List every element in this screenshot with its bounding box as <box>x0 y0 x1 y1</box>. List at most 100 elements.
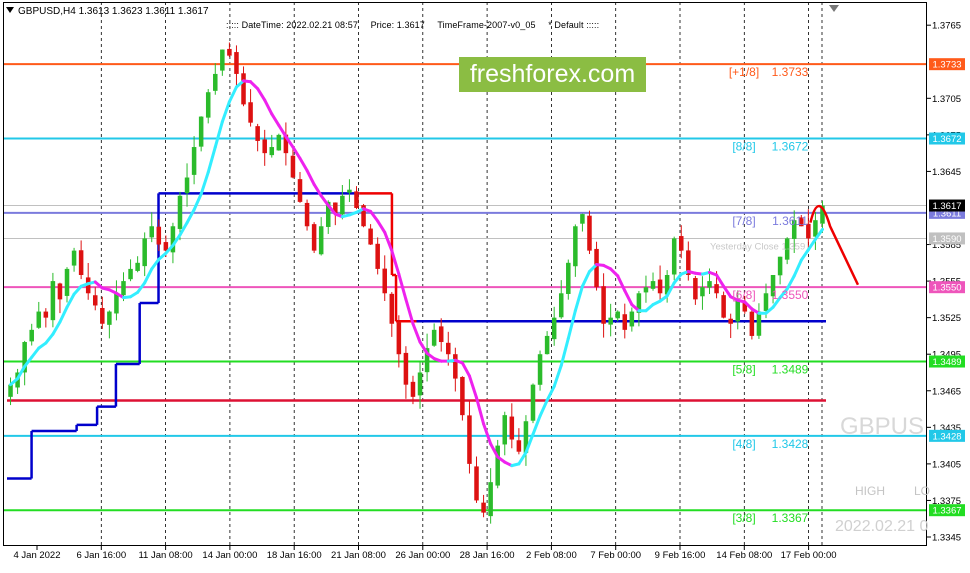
candle-bull <box>269 147 275 156</box>
ma-segment <box>143 267 154 285</box>
candle-bear <box>297 179 303 202</box>
candle-bear <box>679 236 684 251</box>
candle-bear <box>354 191 359 208</box>
candle-bear <box>474 466 479 501</box>
level-tag-text: 1.3367 <box>932 506 961 517</box>
ma-segment <box>256 87 267 102</box>
candle-bear <box>227 48 232 56</box>
chart-shift-marker-icon[interactable] <box>829 5 839 12</box>
ma-segment <box>298 156 309 173</box>
price-tag-text: 1.3590 <box>932 234 961 245</box>
candle-bull <box>205 92 211 118</box>
x-tick-label: 21 Jan 08:00 <box>331 550 386 561</box>
info-default: * Default ::::: <box>548 20 600 30</box>
ma-segment <box>538 398 549 418</box>
ma-segment <box>51 320 62 336</box>
level-value: 1.3672 <box>772 140 809 154</box>
x-tick-label: 2 Feb 08:00 <box>526 550 577 561</box>
level-label: [3/8] <box>732 511 755 525</box>
candle-bull <box>107 311 112 325</box>
candle-bull <box>608 317 613 325</box>
candle-bull <box>29 329 34 342</box>
level-value: 1.3489 <box>772 363 809 377</box>
ma-segment <box>792 258 803 278</box>
level-value: 1.3733 <box>772 65 809 79</box>
ma-segment <box>580 270 591 288</box>
candle-bull <box>558 293 564 318</box>
candle-bull <box>135 262 140 271</box>
candle-bull <box>177 195 183 229</box>
level-value: 1.3611 <box>772 214 808 228</box>
ma-segment <box>220 100 231 124</box>
ma-segment <box>806 237 817 252</box>
info-datetime: ::::: DateTime: 2022.02.21 08:57 <box>226 20 358 30</box>
ma-segment <box>206 145 217 174</box>
level-label: [6/8] <box>732 288 755 302</box>
candle-bull <box>149 226 154 238</box>
candle-bull <box>71 250 77 266</box>
candle-bear <box>262 139 267 154</box>
dropdown-triangle-icon[interactable] <box>6 7 14 13</box>
freshforex-logo[interactable]: freshforex.com <box>459 57 646 92</box>
x-tick-label: 7 Feb 00:00 <box>590 550 641 561</box>
y-tick-label: 1.3645 <box>932 167 961 178</box>
ma-segment <box>58 305 69 324</box>
candle-bull <box>573 226 578 267</box>
candle-bull <box>191 147 197 175</box>
candle-bull <box>615 311 620 319</box>
candle-bear <box>78 250 84 275</box>
chart-window: [+1/8] 1.3733 [8/8] 1.3672 [7/8] 1.3611 [6/8] 1… <box>0 0 970 568</box>
candle-bull <box>566 262 571 294</box>
candle-bear <box>438 326 444 343</box>
candle-bear <box>382 268 387 294</box>
candle-bear <box>460 376 465 416</box>
ma-segment <box>213 120 224 149</box>
price-tag-text: 1.3617 <box>932 201 961 212</box>
ma-segment <box>44 332 55 345</box>
candle-bear <box>92 295 98 306</box>
level-label: [4/8] <box>732 437 755 451</box>
candle-bull <box>128 268 133 280</box>
ma-segment <box>623 289 634 307</box>
candle-bear <box>657 279 663 294</box>
ma-segment <box>467 374 479 400</box>
candle-bear <box>509 416 515 440</box>
level-tag-text: 1.3672 <box>932 134 961 145</box>
candle-bear <box>156 226 162 245</box>
candle-bear <box>728 318 733 324</box>
ma-segment <box>227 85 238 104</box>
candle-bull <box>8 384 13 397</box>
ma-segment <box>199 170 210 196</box>
x-tick-label: 9 Feb 16:00 <box>655 550 706 561</box>
candle-bear <box>410 381 416 397</box>
candle-bull <box>643 287 649 293</box>
candle-bear <box>57 283 63 300</box>
x-tick-label: 6 Jan 16:00 <box>76 550 126 561</box>
candle-bear <box>467 415 472 464</box>
candle-bear <box>693 278 698 300</box>
candle-bull <box>50 281 56 321</box>
candle-bull <box>544 335 550 355</box>
price-axis: 1.37651.37051.36751.36451.35851.35551.35… <box>927 0 970 568</box>
level-tag-text: 1.3489 <box>932 357 961 368</box>
candle-bull <box>580 214 585 224</box>
x-tick-label: 26 Jan 00:00 <box>395 550 450 561</box>
candle-bear <box>721 295 726 318</box>
watermark-symbol: GBPUS <box>840 413 925 440</box>
candle-bull <box>763 293 769 311</box>
candle-bull <box>36 311 42 328</box>
candle-bear <box>100 307 105 324</box>
candle-bull <box>700 287 705 297</box>
candle-bull <box>64 268 70 296</box>
candle-bear <box>234 52 239 74</box>
candle-bull <box>530 384 536 421</box>
ma-segment <box>263 98 274 116</box>
y-tick-label: 1.3525 <box>932 313 961 324</box>
x-tick-label: 14 Feb 08:00 <box>716 550 772 561</box>
candle-bull <box>488 482 493 517</box>
candle-bear <box>368 228 373 245</box>
ma-segment <box>552 364 563 388</box>
watermark-low: LO <box>914 484 931 498</box>
x-tick-label: 18 Jan 16:00 <box>267 550 322 561</box>
candle-bull <box>707 281 712 288</box>
